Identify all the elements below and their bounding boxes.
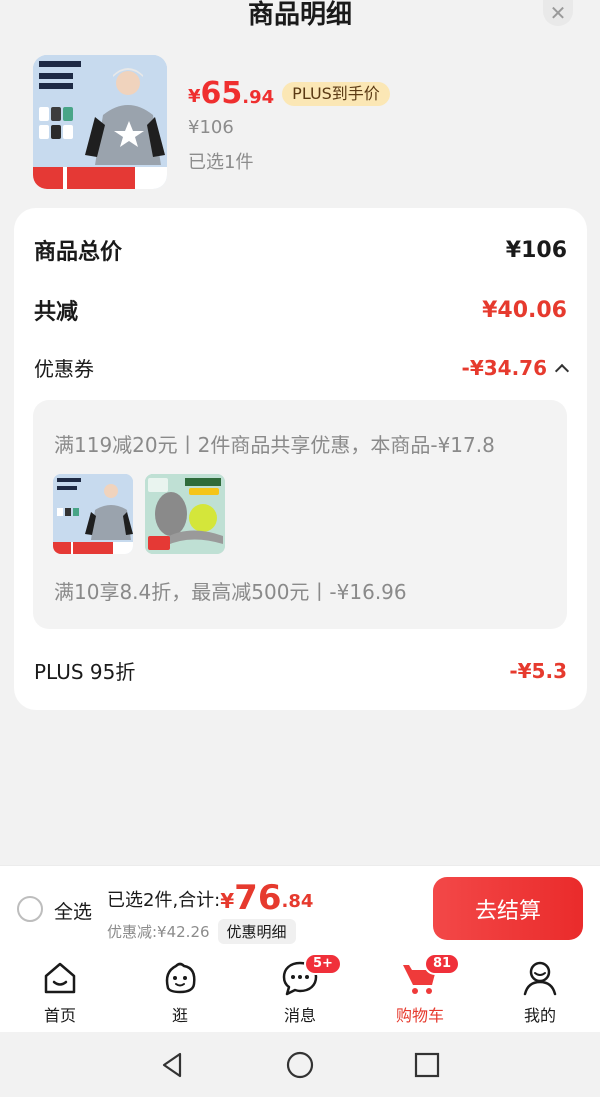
kids-sweatshirt-thumbnail (53, 474, 133, 554)
coupon-row[interactable]: 优惠券 -¥34.76 (34, 353, 570, 382)
plus-discount-label: PLUS 95折 (34, 660, 136, 684)
original-price: ¥106 (188, 117, 234, 138)
select-all-label[interactable]: 全选 (54, 897, 92, 924)
cart-badge: 81 (424, 953, 461, 975)
price-integer: 65 (200, 76, 243, 111)
price-currency: ¥ (188, 86, 201, 107)
coupon-product-thumb-2[interactable] (145, 474, 225, 554)
discount-summary: 优惠减:¥42.26 优惠明细 (107, 919, 296, 944)
sheet-title: 商品明细 (247, 0, 352, 30)
plus-price-tag: PLUS到手价 (282, 82, 390, 106)
coupon-label: 优惠券 (34, 357, 94, 381)
price-decimal: .94 (242, 87, 275, 108)
total-price-label: 商品总价 (34, 240, 123, 265)
tab-cart-label: 购物车 (395, 1006, 444, 1025)
chevron-up-icon[interactable] (554, 363, 570, 378)
product-price: ¥ 65 .94 PLUS到手价 (188, 78, 390, 110)
kids-sweatshirt-product-image (33, 55, 167, 189)
tab-home-label: 首页 (43, 1006, 76, 1025)
coupon-product-thumb-1[interactable] (53, 474, 133, 554)
back-triangle-icon[interactable] (158, 1050, 188, 1080)
tab-home[interactable]: 首页 (0, 948, 120, 1032)
plus-discount-row: PLUS 95折 -¥5.3 (34, 656, 567, 685)
summary-total-integer: 76 (234, 878, 282, 918)
insole-product-thumbnail (145, 474, 225, 554)
price-detail-card: 商品总价 ¥106 共减 ¥40.06 优惠券 -¥34.76 满119减20元… (14, 208, 587, 710)
system-navigation-bar (0, 1032, 600, 1097)
coupon-detail-box: 满119减20元丨2件商品共享优惠，本商品-¥17.8 满10享8.4折，最高减… (33, 400, 567, 629)
tab-me-label: 我的 (523, 1006, 556, 1025)
coupon-value: -¥34.76 (461, 355, 547, 380)
coupon-rule-1: 满119减20元丨2件商品共享优惠，本商品-¥17.8 (54, 433, 495, 457)
discount-text: 优惠减:¥42.26 (107, 923, 210, 941)
checkout-button[interactable]: 去结算 (433, 877, 583, 940)
discount-detail-button[interactable]: 优惠明细 (217, 919, 296, 944)
tab-cart[interactable]: 81 购物车 (360, 948, 480, 1032)
product-detail-sheet: 商品明细 ✕ ¥ 65 .94 PLUS到手价 ¥106 已选1件 商品总价 ¥… (0, 0, 600, 865)
total-reduction-row: 共减 ¥40.06 (34, 294, 567, 326)
tab-me[interactable]: 我的 (480, 948, 600, 1032)
total-reduction-value: ¥40.06 (482, 297, 567, 323)
total-price-value: ¥106 (505, 237, 567, 263)
home-icon (44, 962, 76, 994)
selected-count: 已选1件 (188, 152, 254, 173)
coupon-value-wrap[interactable]: -¥34.76 (461, 355, 570, 380)
total-reduction-label: 共减 (34, 300, 79, 325)
select-all-radio[interactable] (17, 896, 43, 922)
recent-apps-square-icon[interactable] (412, 1050, 442, 1080)
summary-total-decimal: .84 (281, 891, 314, 912)
tab-messages-label: 消息 (283, 1006, 316, 1025)
browse-face-icon (165, 962, 196, 994)
tab-messages[interactable]: 5+ 消息 (240, 948, 360, 1032)
coupon-rule-2: 满10享8.4折，最高减500元丨-¥16.96 (54, 580, 407, 604)
total-price-row: 商品总价 ¥106 (34, 234, 567, 266)
plus-discount-value: -¥5.3 (509, 658, 567, 683)
home-circle-icon[interactable] (285, 1050, 315, 1080)
close-icon: ✕ (549, 1, 567, 25)
messages-badge: 5+ (304, 953, 342, 975)
checkout-summary: 已选2件,合计: ¥ 76 .84 (107, 880, 313, 916)
checkout-bar: 全选 已选2件,合计: ¥ 76 .84 优惠减:¥42.26 优惠明细 去结算 (0, 865, 600, 948)
user-icon (523, 961, 557, 996)
tab-browse[interactable]: 逛 (120, 948, 240, 1032)
summary-currency: ¥ (220, 889, 235, 913)
summary-label: 已选2件,合计: (107, 890, 221, 911)
bottom-tab-bar: 首页 逛 5+ 消息 81 购物车 我的 (0, 948, 600, 1032)
tab-browse-label: 逛 (171, 1006, 188, 1025)
product-image[interactable] (33, 55, 167, 189)
